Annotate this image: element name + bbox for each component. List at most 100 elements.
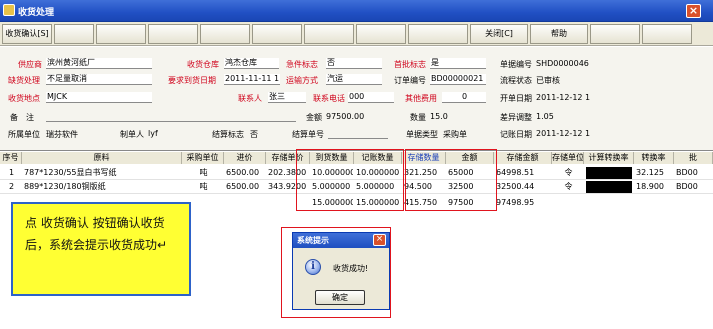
dialog-title: 系统提示 bbox=[297, 236, 329, 245]
quantity-label: 数量 bbox=[410, 113, 426, 122]
close-button[interactable]: 关闭[C] bbox=[470, 24, 528, 44]
column-header[interactable]: 序号 bbox=[0, 152, 22, 164]
redacted-cell bbox=[586, 167, 632, 179]
table-cell: 6500.00 bbox=[226, 168, 260, 177]
org-unit-value: 瑞芬软件 bbox=[46, 130, 78, 139]
amount-value: 97500.00 bbox=[326, 112, 365, 121]
required-date-field[interactable]: 2011-11-11 11 bbox=[224, 74, 280, 85]
column-header[interactable]: 采购单位 bbox=[182, 152, 224, 164]
transport-label: 运输方式 bbox=[286, 76, 318, 85]
toolbar-button-blank-9[interactable] bbox=[590, 24, 640, 44]
account-date-value: 2011-12-12 1 bbox=[536, 129, 591, 138]
confirm-receipt-button[interactable]: 收货确认[S] bbox=[2, 24, 52, 44]
column-header[interactable]: 原料 bbox=[22, 152, 182, 164]
table-cell: 18.900 bbox=[636, 182, 664, 191]
dialog-close-button[interactable]: × bbox=[373, 234, 386, 246]
toolbar-button-blank-7[interactable] bbox=[356, 24, 406, 44]
table-cell: 令 bbox=[564, 182, 573, 191]
contact-field[interactable]: 张三 bbox=[268, 92, 306, 103]
table-cell: 787*1230/55显白书写纸 bbox=[24, 168, 117, 177]
table-cell: 吨 bbox=[199, 182, 208, 191]
ok-button[interactable]: 确定 bbox=[315, 290, 365, 305]
table-cell: 32.125 bbox=[636, 168, 664, 177]
help-button[interactable]: 帮助 bbox=[530, 24, 588, 44]
doc-type-label: 单据类型 bbox=[406, 130, 438, 139]
flow-status-label: 流程状态 bbox=[500, 76, 532, 85]
doc-type-value: 采购单 bbox=[443, 130, 467, 139]
diff-adjust-label: 差异调整 bbox=[500, 113, 532, 122]
table-cell: 2 bbox=[8, 182, 15, 191]
diff-adjust-value: 1.05 bbox=[536, 112, 554, 121]
column-header[interactable]: 进价 bbox=[224, 152, 266, 164]
table-cell: 64998.51 bbox=[496, 168, 535, 177]
dialog-titlebar: 系统提示 × bbox=[293, 233, 389, 248]
window-close-button[interactable]: × bbox=[686, 4, 701, 18]
toolbar-button-blank-10[interactable] bbox=[642, 24, 692, 44]
order-no-label: 订单编号 bbox=[394, 76, 426, 85]
quantity-value: 15.0 bbox=[430, 112, 448, 121]
table-cell: 令 bbox=[564, 168, 573, 177]
table-cell: BD00 bbox=[676, 182, 698, 191]
window-title: 收货处理 bbox=[18, 8, 55, 18]
remark-field[interactable] bbox=[46, 111, 296, 122]
order-no-field[interactable]: BD00000021 bbox=[430, 74, 486, 85]
settle-no-field[interactable] bbox=[328, 128, 388, 139]
maker-label: 制单人 bbox=[120, 130, 144, 139]
maker-value: lyf bbox=[148, 129, 158, 138]
total-cell: 97498.95 bbox=[496, 198, 535, 207]
urgent-label: 急件标志 bbox=[286, 60, 318, 69]
toolbar-button-blank-6[interactable] bbox=[304, 24, 354, 44]
first-batch-field[interactable]: 是 bbox=[430, 58, 486, 69]
toolbar-button-blank-4[interactable] bbox=[200, 24, 250, 44]
receipt-no-value: SHD0000046 bbox=[536, 59, 589, 68]
instruction-callout: 点 收货确认 按钮确认收货后，系统会提示收货成功↵ bbox=[11, 202, 191, 296]
other-fee-field[interactable]: 0 bbox=[442, 92, 486, 103]
transport-field[interactable]: 汽运 bbox=[326, 74, 382, 85]
supplier-label: 供应商 bbox=[18, 60, 42, 69]
system-prompt-dialog: 系统提示 × i 收货成功! 确定 bbox=[292, 232, 390, 310]
window-titlebar: 收货处理 bbox=[0, 0, 713, 22]
contact-label: 联系人 bbox=[238, 94, 262, 103]
open-date-label: 开单日期 bbox=[500, 94, 532, 103]
warehouse-label: 收货仓库 bbox=[187, 60, 219, 69]
table-cell: 1 bbox=[8, 168, 15, 177]
warehouse-field[interactable]: 鸿杰仓库 bbox=[224, 58, 279, 69]
column-header[interactable]: 转换率 bbox=[634, 152, 674, 164]
table-cell: 889*1230/180铜版纸 bbox=[24, 182, 106, 191]
first-batch-label: 首批标志 bbox=[394, 60, 426, 69]
phone-field[interactable]: 000 bbox=[348, 92, 394, 103]
org-unit-label: 所属单位 bbox=[8, 130, 40, 139]
column-header[interactable]: 存储单位 bbox=[552, 152, 584, 164]
column-header[interactable]: 计算转换率 bbox=[584, 152, 634, 164]
callout-text: 点 收货确认 按钮确认收货后，系统会提示收货成功↵ bbox=[25, 216, 168, 252]
toolbar-button-blank-3[interactable] bbox=[148, 24, 198, 44]
settle-no-label: 结算单号 bbox=[292, 130, 324, 139]
toolbar-button-blank-8[interactable] bbox=[408, 24, 468, 44]
storage-quantity-highlight bbox=[405, 149, 497, 211]
toolbar-button-blank-1[interactable] bbox=[54, 24, 94, 44]
phone-label: 联系电话 bbox=[313, 94, 345, 103]
other-fee-label: 其他费用 bbox=[405, 94, 437, 103]
shortage-field[interactable]: 不足量取消 bbox=[46, 74, 152, 85]
urgent-field[interactable]: 否 bbox=[326, 58, 382, 69]
column-header[interactable]: 存储金额 bbox=[494, 152, 552, 164]
location-field[interactable]: MJCK bbox=[46, 92, 152, 103]
settle-flag-label: 结算标志 bbox=[212, 130, 244, 139]
flow-status-value: 已审核 bbox=[536, 76, 560, 85]
table-cell: BD00 bbox=[676, 168, 698, 177]
info-icon: i bbox=[305, 259, 321, 275]
required-date-label: 要求到货日期 bbox=[168, 76, 216, 85]
column-header[interactable]: 批 bbox=[674, 152, 713, 164]
location-label: 收货地点 bbox=[8, 94, 40, 103]
toolbar-button-blank-2[interactable] bbox=[96, 24, 146, 44]
toolbar-button-blank-5[interactable] bbox=[252, 24, 302, 44]
arrival-quantity-highlight bbox=[296, 149, 404, 211]
redacted-cell bbox=[586, 181, 632, 193]
shortage-label: 缺货处理 bbox=[8, 76, 40, 85]
app-icon bbox=[3, 4, 15, 16]
remark-label: 备 注 bbox=[10, 113, 34, 122]
table-cell: 32500.44 bbox=[496, 182, 535, 191]
table-cell: 6500.00 bbox=[226, 182, 260, 191]
settle-flag-value: 否 bbox=[250, 130, 258, 139]
supplier-field[interactable]: 滨州黄河纸厂 bbox=[46, 58, 152, 69]
